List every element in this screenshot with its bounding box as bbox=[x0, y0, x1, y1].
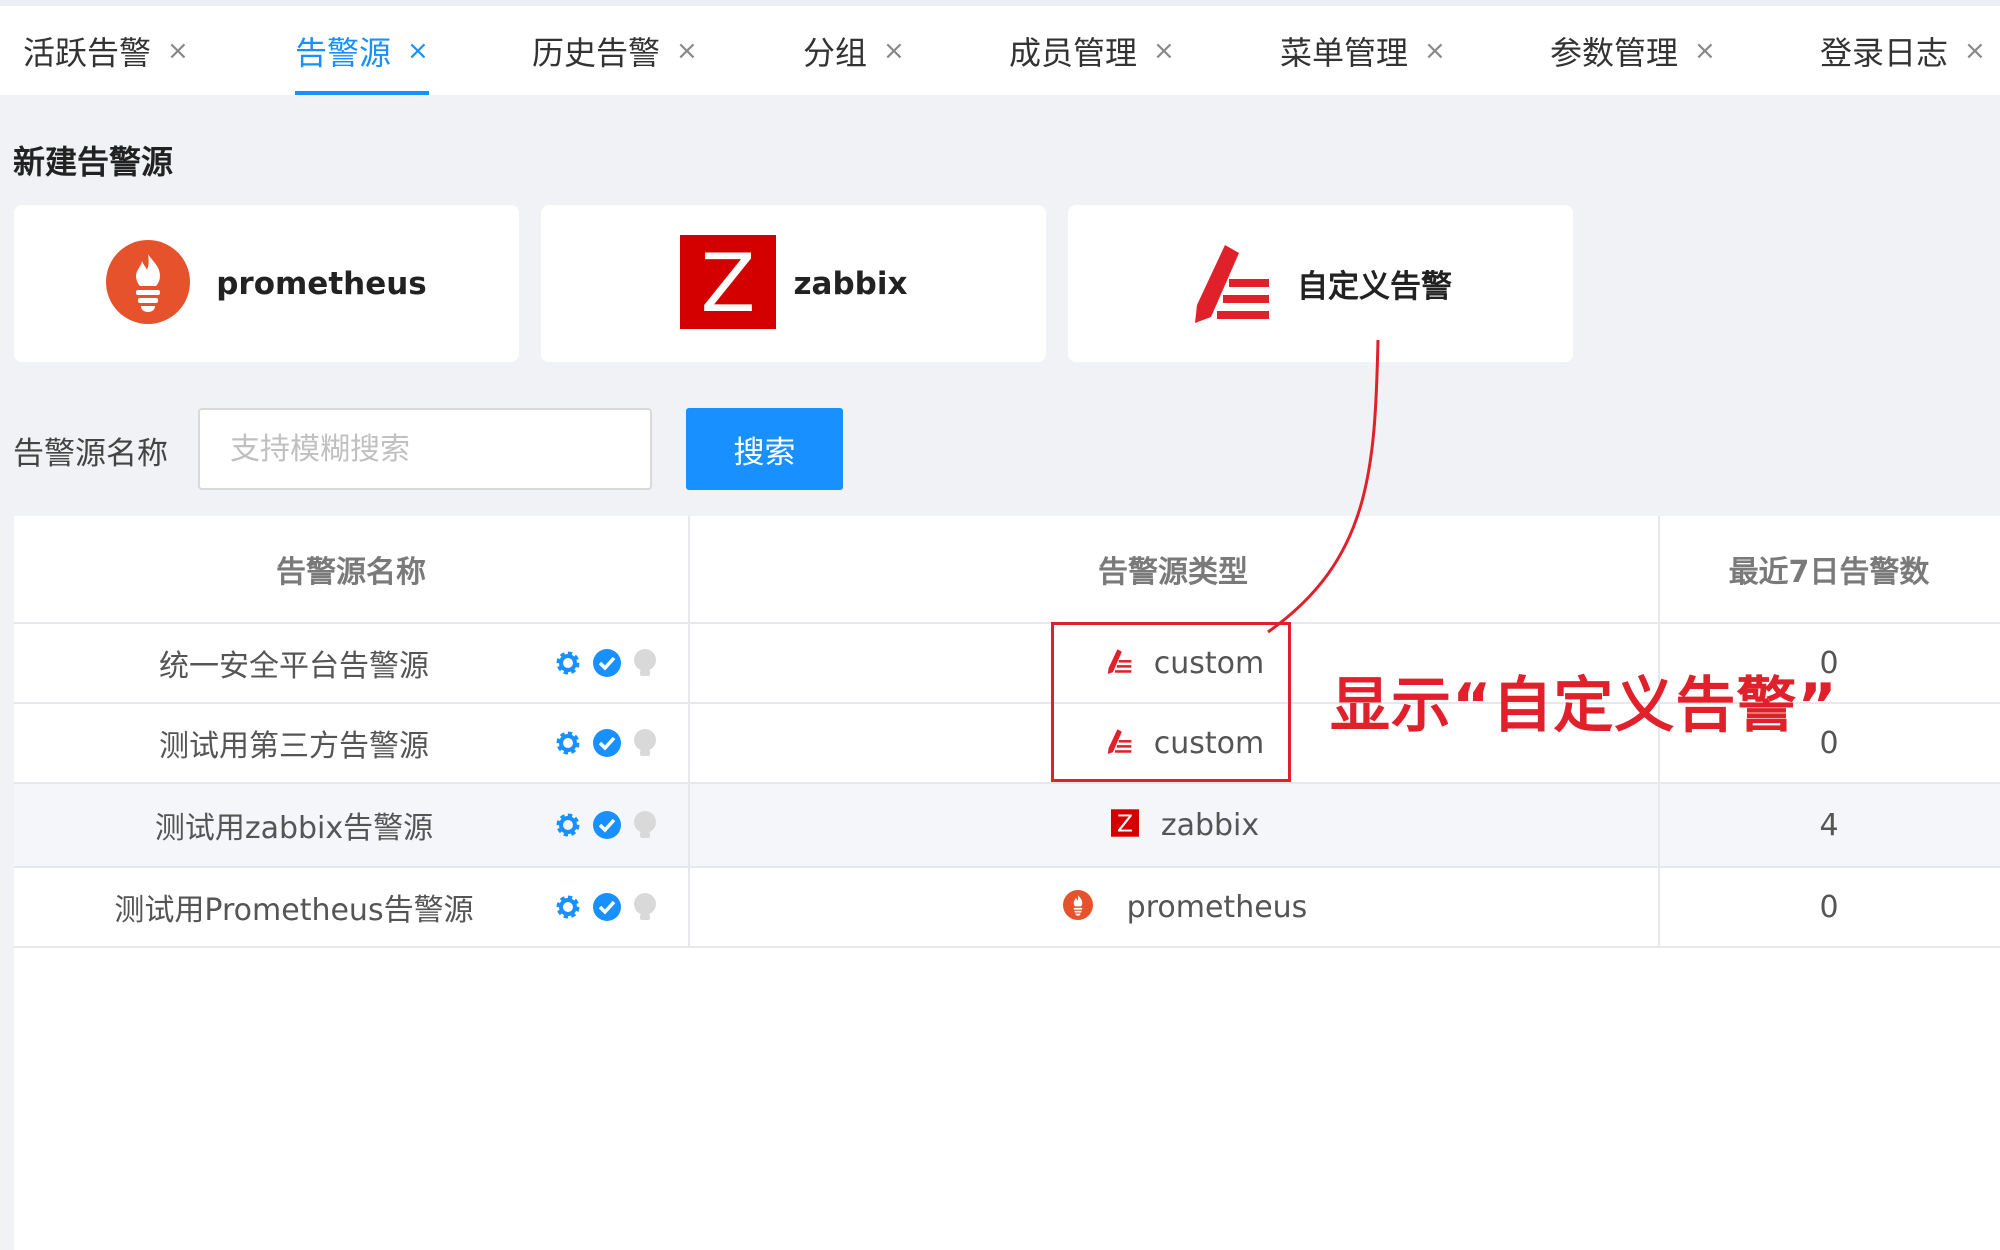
enabled-check-icon[interactable] bbox=[592, 728, 622, 758]
row-actions bbox=[553, 624, 659, 702]
tab-menus[interactable]: 菜单管理 × bbox=[1280, 6, 1446, 95]
source-type-label: custom bbox=[1153, 645, 1265, 681]
alert-source-table: 告警源名称 告警源类型 最近7日告警数 统一安全平台告警源 custom 0 测… bbox=[14, 516, 2000, 1250]
table-header: 告警源名称 告警源类型 最近7日告警数 bbox=[14, 516, 2000, 624]
source-name: 测试用zabbix告警源 bbox=[154, 811, 434, 846]
tab-label: 参数管理 bbox=[1550, 33, 1679, 72]
source-type: Z zabbix bbox=[700, 784, 1670, 866]
tab-history-alerts[interactable]: 历史告警 × bbox=[532, 6, 698, 95]
prometheus-card[interactable]: prometheus bbox=[14, 205, 519, 362]
source-name: 测试用Prometheus告警源 bbox=[114, 893, 474, 928]
settings-icon[interactable] bbox=[553, 892, 583, 922]
column-divider bbox=[688, 516, 690, 948]
source-name: 测试用第三方告警源 bbox=[159, 729, 429, 764]
row-actions bbox=[553, 868, 659, 946]
source-type-label: custom bbox=[1153, 725, 1265, 761]
svg-text:Z: Z bbox=[1117, 809, 1133, 837]
column-header-type: 告警源类型 bbox=[1098, 555, 1248, 590]
card-label: 自定义告警 bbox=[1297, 269, 1452, 305]
tab-members[interactable]: 成员管理 × bbox=[1009, 6, 1175, 95]
tab-label: 登录日志 bbox=[1820, 33, 1949, 72]
custom-alert-icon bbox=[1106, 648, 1132, 678]
tab-close-icon[interactable]: × bbox=[407, 36, 429, 66]
tab-label: 告警源 bbox=[295, 33, 392, 72]
zabbix-card[interactable]: Z zabbix bbox=[541, 205, 1046, 362]
tab-close-icon[interactable]: × bbox=[167, 36, 189, 66]
column-header-count: 最近7日告警数 bbox=[1728, 555, 1930, 590]
source-name: 统一安全平台告警源 bbox=[159, 649, 429, 684]
custom-alert-icon bbox=[1189, 241, 1271, 327]
custom-alert-card[interactable]: 自定义告警 bbox=[1068, 205, 1573, 362]
zabbix-icon: Z bbox=[1110, 809, 1139, 841]
status-bulb-icon[interactable] bbox=[631, 810, 659, 840]
card-label: zabbix bbox=[793, 265, 908, 302]
svg-text:Z: Z bbox=[700, 237, 755, 329]
search-button[interactable]: 搜索 bbox=[686, 408, 843, 490]
tab-bar: 活跃告警 × 告警源 × 历史告警 × 分组 × 成员管理 × 菜单管理 × 参… bbox=[0, 0, 2000, 95]
tab-label: 分组 bbox=[803, 33, 868, 72]
tab-label: 历史告警 bbox=[532, 33, 661, 72]
tab-label: 活跃告警 bbox=[23, 33, 152, 72]
custom-alert-icon bbox=[1106, 728, 1132, 758]
enabled-check-icon[interactable] bbox=[592, 648, 622, 678]
tab-active-alerts[interactable]: 活跃告警 × bbox=[23, 6, 189, 95]
prometheus-icon bbox=[106, 239, 191, 328]
table-row[interactable]: 测试用Prometheus告警源 prometheus 0 bbox=[14, 868, 2000, 948]
search-label: 告警源名称 bbox=[13, 436, 168, 472]
card-label: prometheus bbox=[216, 265, 427, 302]
source-type: prometheus bbox=[700, 868, 1670, 946]
status-bulb-icon[interactable] bbox=[631, 892, 659, 922]
tab-close-icon[interactable]: × bbox=[1424, 36, 1446, 66]
tab-close-icon[interactable]: × bbox=[1153, 36, 1175, 66]
tab-login-log[interactable]: 登录日志 × bbox=[1820, 6, 1986, 95]
row-actions bbox=[553, 704, 659, 782]
enabled-check-icon[interactable] bbox=[592, 892, 622, 922]
tab-close-icon[interactable]: × bbox=[1694, 36, 1716, 66]
tab-label: 菜单管理 bbox=[1280, 33, 1409, 72]
prometheus-icon bbox=[1062, 890, 1093, 924]
tab-close-icon[interactable]: × bbox=[676, 36, 698, 66]
source-type-label: zabbix bbox=[1160, 807, 1260, 843]
tab-alert-sources[interactable]: 告警源 × bbox=[295, 6, 429, 95]
search-input[interactable] bbox=[198, 408, 652, 490]
column-header-name: 告警源名称 bbox=[276, 555, 426, 590]
settings-icon[interactable] bbox=[553, 810, 583, 840]
settings-icon[interactable] bbox=[553, 728, 583, 758]
annotation-text: 显示“自定义告警” bbox=[1330, 671, 1838, 741]
tab-groups[interactable]: 分组 × bbox=[803, 6, 905, 95]
settings-icon[interactable] bbox=[553, 648, 583, 678]
tab-params[interactable]: 参数管理 × bbox=[1550, 6, 1716, 95]
table-row[interactable]: 测试用zabbix告警源 Z zabbix 4 bbox=[14, 784, 2000, 868]
tab-label: 成员管理 bbox=[1009, 33, 1138, 72]
tab-close-icon[interactable]: × bbox=[883, 36, 905, 66]
alert-count: 4 bbox=[1819, 807, 1839, 843]
status-bulb-icon[interactable] bbox=[631, 648, 659, 678]
row-actions bbox=[553, 784, 659, 866]
status-bulb-icon[interactable] bbox=[631, 728, 659, 758]
zabbix-icon: Z bbox=[679, 234, 776, 333]
alert-count: 0 bbox=[1819, 889, 1839, 925]
tab-close-icon[interactable]: × bbox=[1964, 36, 1986, 66]
section-title: 新建告警源 bbox=[13, 143, 174, 181]
source-type-label: prometheus bbox=[1126, 889, 1308, 925]
enabled-check-icon[interactable] bbox=[592, 810, 622, 840]
